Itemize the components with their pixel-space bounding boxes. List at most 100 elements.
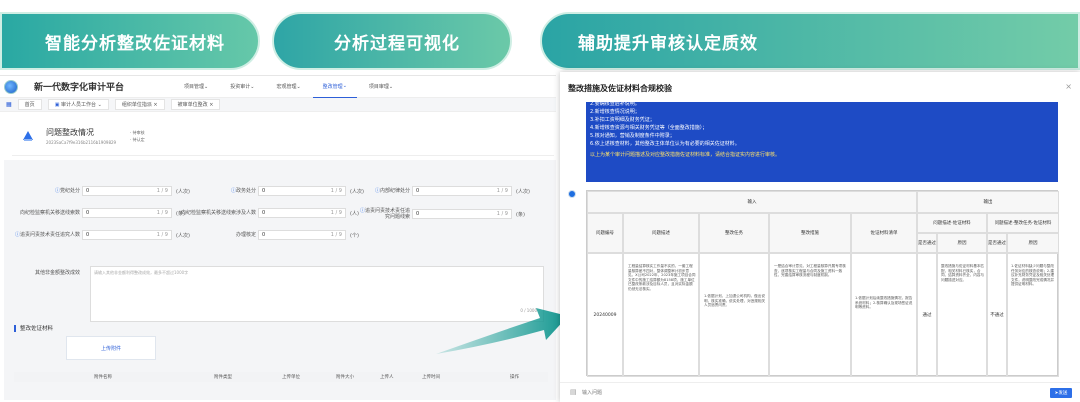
form-row-accountability-clues: ⓘ追责问责技术责任追究问题线索 01 / 9 (条) <box>356 208 525 220</box>
tab-bar: ▦ 首页 ▣ 审计人员工作台 ⌄ 组织单位指派 × 被审单位整改 × <box>0 98 556 112</box>
nav-item-review[interactable]: 项目审理 ⌄ <box>359 76 403 98</box>
field-label: 其他非金额整改成效 <box>34 270 80 276</box>
handle-count-input[interactable]: 01 / 9 <box>258 230 346 240</box>
issue-status-icon <box>20 128 36 144</box>
cell-pass-1: 通过 <box>917 253 937 377</box>
cell-measure: 一是结合审计意见，对工程量核算开展专项核查，逐项核实工程量与合同及施工资料一致性… <box>769 253 851 377</box>
col-evidence: 佐证材料清单 <box>851 213 917 253</box>
criteria-notes: 2.要确核查后补说明。 2.新增核查情况说明； 3.补扣工资明细及财务凭证； 4… <box>586 102 1058 182</box>
nav-item-investment[interactable]: 投资审计 ⌄ <box>220 76 264 98</box>
form-row-clue-people: 向纪检监察机关移送线索涉及人数 01 / 9 (人) <box>180 208 359 218</box>
tab-home[interactable]: 首页 <box>17 99 42 110</box>
compliance-check-modal: 整改措施及佐证材料合规校验 × 2.要确核查后补说明。 2.新增核查情况说明； … <box>560 72 1080 402</box>
col-desc: 问题描述 <box>623 213 699 253</box>
main-nav: 项目管理 ⌄ 投资审计 ⌄ 宏观管理 ⌄ 整改管理 ⌄ 项目审理 ⌄ <box>174 76 403 98</box>
output-header: 输出 <box>917 191 1059 213</box>
field-label: ⓘ内部纪律处分 <box>374 188 410 194</box>
accountability-people-input[interactable]: 01 / 9 <box>82 230 172 240</box>
out-sub: 原因 <box>937 233 987 253</box>
tab-assign[interactable]: 组织单位指派 × <box>114 99 165 110</box>
attachment-table-header: 附件名称 附件类型 上传单位 附件大小 上传人 上传时间 操作 <box>14 372 548 382</box>
chat-input-icon: ▤ <box>570 388 577 396</box>
note-line: 2.新增核查情况说明； <box>590 109 640 115</box>
platform-logo-icon <box>4 79 18 94</box>
top-bar: 新一代数字化审计平台 项目管理 ⌄ 投资审计 ⌄ 宏观管理 ⌄ 整改管理 ⌄ 项… <box>0 76 556 98</box>
out-sub: 是否通过 <box>987 233 1007 253</box>
out-group-2: 问题描述·整改任务·佐证材料 <box>987 213 1059 233</box>
tab-workbench[interactable]: ▣ 审计人员工作台 ⌄ <box>47 99 109 110</box>
input-header: 输入 <box>587 191 917 213</box>
screenshot-root: 智能分析整改佐证材料 分析过程可视化 辅助提升审核认定质效 新一代数字化审计平台… <box>0 0 1080 402</box>
out-group-1: 问题描述·佐证材料 <box>917 213 987 233</box>
col-measure: 整改措施 <box>769 213 851 253</box>
unit-label: (人次) <box>516 188 530 195</box>
form-row-clues: 向纪检监察机关移送线索数 01 / 9 (条) <box>4 208 185 218</box>
col-task: 整改任务 <box>699 213 769 253</box>
field-label: ⓘ政务处分 <box>230 188 256 194</box>
clue-people-input[interactable]: 01 / 9 <box>258 208 346 218</box>
form-row-accountability-people: ⓘ追责问责技术责任追究人数 01 / 9 (人次) <box>4 230 190 240</box>
modal-title: 整改措施及佐证材料合规校验 <box>568 84 672 93</box>
form-row-internal: ⓘ内部纪律处分 01 / 9 (人次) <box>356 186 530 196</box>
cell-desc: 工程量结算核实工作量不实的，一套工程量核算差不四对，整体调整审计初步意见。X公司… <box>623 253 699 377</box>
col-header: 附件类型 <box>214 375 232 380</box>
menu-grid-icon[interactable]: ▦ <box>6 101 12 108</box>
internal-discipline-input[interactable]: 01 / 9 <box>412 186 512 196</box>
cell-pass-2: 不通过 <box>987 253 1007 377</box>
form-row-discipline: ⓘ党纪处分 01 / 9 (人次) <box>4 186 190 196</box>
cell-reason-1: 整改措施与佐证材料基本匹配，相关材料已核实，合同、结算资料齐全，内容与问题描述对… <box>937 253 987 377</box>
admin-discipline-input[interactable]: 01 / 9 <box>258 186 346 196</box>
field-label: 向纪检监察机关移送线索涉及人数 <box>180 210 256 216</box>
close-icon[interactable]: × <box>1065 82 1072 91</box>
app-title: 新一代数字化审计平台 <box>34 83 125 93</box>
col-header: 附件名称 <box>94 375 112 380</box>
field-label: 向纪检监察机关移送线索数 <box>19 210 80 216</box>
issue-status-card: 问题整改情况 2023SaCa7f9e316b2116b1909829 · 待审… <box>12 116 554 156</box>
status-pending-confirm: · 待认定 <box>130 136 145 142</box>
banner-text: 分析过程可视化 <box>334 33 460 54</box>
field-label: ⓘ追责问责技术责任追究人数 <box>14 232 80 238</box>
note-line: 4.新增核查资源与相关财务凭证等（全面整改措施）； <box>590 125 708 131</box>
banner-text: 智能分析整改佐证材料 <box>45 33 225 54</box>
tab-rectify[interactable]: 被审单位整改 × <box>170 99 221 110</box>
banner-review-quality: 辅助提升审核认定质效 <box>540 12 1080 70</box>
cell-id: 20240009 <box>587 253 623 377</box>
col-header: 附件大小 <box>336 375 354 380</box>
form-row-admin: ⓘ政务处分 01 / 9 (人次) <box>180 186 364 196</box>
flow-arrow-icon <box>436 308 568 354</box>
field-label: 办理核定 <box>235 232 256 238</box>
col-header: 上传人 <box>380 375 394 380</box>
nav-item-macro[interactable]: 宏观管理 ⌄ <box>266 76 310 98</box>
col-header: 上传单位 <box>282 375 300 380</box>
col-id: 问题编号 <box>587 213 623 253</box>
nav-item-rectification[interactable]: 整改管理 ⌄ <box>312 76 357 98</box>
upload-attachment-button[interactable]: 上传附件 <box>66 336 156 360</box>
evidence-section-title: 整改佐证材料 <box>14 324 53 332</box>
banner-smart-analysis: 智能分析整改佐证材料 <box>0 12 260 70</box>
clue-count-input[interactable]: 01 / 9 <box>82 208 172 218</box>
form-row-handle: 办理核定 01 / 9 (个) <box>180 230 359 240</box>
out-sub: 原因 <box>1007 233 1059 253</box>
io-comparison-table: 输入 输出 问题编号 问题描述 整改任务 整改措施 佐证材料清单 问题描述·佐证… <box>586 190 1059 377</box>
note-line: 3.补扣工资明细及财务凭证； <box>590 117 655 123</box>
banner-visualization: 分析过程可视化 <box>272 12 512 70</box>
field-label: ⓘ党纪处分 <box>54 188 80 194</box>
nav-item-project[interactable]: 项目管理 ⌄ <box>174 76 218 98</box>
unit-label: (条) <box>516 211 525 218</box>
card-title: 问题整改情况 <box>46 127 94 137</box>
send-button[interactable]: ➤ 发送 <box>1050 388 1072 398</box>
field-label: ⓘ追责问责技术责任追究问题线索 <box>359 208 410 220</box>
step-marker-icon <box>568 190 576 198</box>
status-pending-review: · 待审核 <box>130 129 145 135</box>
accountability-clue-input[interactable]: 01 / 9 <box>412 209 512 219</box>
col-header: 上传时间 <box>422 375 440 380</box>
note-line: 6.依上述核查材料，其他整改主体单位认为有必要的相关佐证材料。 <box>590 141 740 147</box>
criteria-footnote: 以上为某个审计问题描述及对应整改措施佐证材料标准，请结合指证实内容进行审核。 <box>590 152 781 158</box>
cell-reason-2: 1.佐证材料缺少问题与整改任务对应的核查说明；2.建议补充财务凭证及相关处理文件… <box>1007 253 1059 377</box>
out-sub: 是否通过 <box>917 233 937 253</box>
banner-text: 辅助提升审核认定质效 <box>578 33 758 54</box>
unit-label: (个) <box>350 232 359 239</box>
question-input[interactable]: 输入问题 <box>582 389 602 396</box>
party-discipline-input[interactable]: 01 / 9 <box>82 186 172 196</box>
note-line: 5.核对通知，营销及制度条件中附录； <box>590 133 675 139</box>
